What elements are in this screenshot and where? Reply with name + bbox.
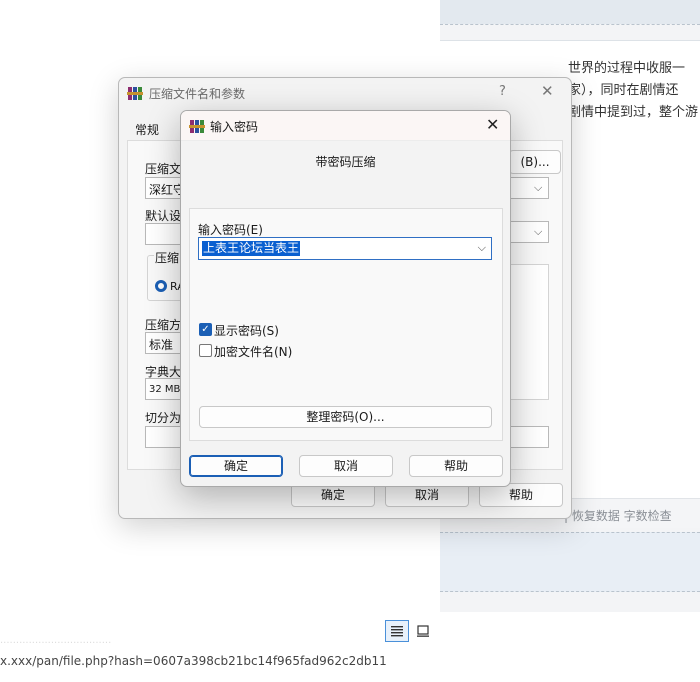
divider <box>440 24 700 25</box>
split-label: 切分为 <box>145 411 182 425</box>
set-password-field[interactable] <box>509 426 549 448</box>
dialog-title: 压缩文件名和参数 <box>149 87 246 101</box>
show-password-checkbox[interactable]: ✓ <box>199 323 212 336</box>
dict-combo[interactable]: 32 MB <box>145 378 185 400</box>
archive-name-combo-end[interactable] <box>509 177 549 199</box>
dialog-heading: 带密码压缩 <box>315 155 376 169</box>
format-group-label: 压缩 <box>154 249 181 266</box>
password-label: 输入密码(E) <box>198 223 263 237</box>
browser-footer <box>0 612 700 682</box>
list-view-button[interactable] <box>385 620 409 642</box>
editor-topbar <box>440 0 700 24</box>
chevron-down-icon[interactable]: ⌵ <box>478 241 486 255</box>
help-icon[interactable]: ? <box>499 84 506 99</box>
editor-line: 家），同时在剧情还 <box>568 83 679 98</box>
close-icon[interactable]: ✕ <box>486 115 499 134</box>
update-mode-combo[interactable] <box>509 221 549 243</box>
profile-field[interactable] <box>145 223 185 245</box>
organize-passwords-button[interactable]: 整理密码(O)... <box>199 406 492 428</box>
enter-password-dialog: 输入密码 ✕ 带密码压缩 输入密码(E) 上表王论坛当表王 ⌵ ✓ 显示密码(S… <box>180 110 511 487</box>
password-input[interactable]: 上表王论坛当表王 ⌵ <box>198 237 492 260</box>
archive-name-label: 压缩文 <box>145 162 182 176</box>
help-button[interactable]: 帮助 <box>409 455 503 477</box>
method-combo[interactable]: 标准 <box>145 332 185 354</box>
winrar-icon <box>189 120 205 133</box>
page-view-icon <box>417 624 429 637</box>
titlebar: 压缩文件名和参数 ? ✕ <box>119 78 571 108</box>
password-value[interactable]: 上表王论坛当表王 <box>202 241 301 256</box>
status-text[interactable]: | 恢复数据 字数检查 <box>564 507 672 524</box>
options-box <box>509 264 549 400</box>
split-combo[interactable] <box>145 426 185 448</box>
editor-text: 世界的过程中收服一 家），同时在剧情还 剧情中提到过，整个游 <box>568 58 700 124</box>
editor-line: 剧情中提到过，整个游 <box>568 105 699 120</box>
editor-line: 世界的过程中收服一 <box>568 61 686 76</box>
tab-general[interactable]: 常规 <box>127 114 169 140</box>
url-text: x.xxx/pan/file.php?hash=0607a398cb21bc14… <box>0 654 387 668</box>
cancel-button[interactable]: 取消 <box>299 455 393 477</box>
browse-button[interactable]: (B)... <box>509 150 561 174</box>
editor-band <box>440 532 700 592</box>
encrypt-filenames-label[interactable]: 加密文件名(N) <box>214 343 292 360</box>
rar-radio[interactable] <box>155 280 167 292</box>
list-view-icon <box>391 626 403 637</box>
dialog-title: 输入密码 <box>210 120 259 134</box>
encrypt-filenames-checkbox[interactable] <box>199 344 212 357</box>
blurred-text: ··································· <box>0 638 112 646</box>
method-label: 压缩方 <box>145 318 182 332</box>
chevron-down-icon[interactable]: ⌵ <box>534 181 542 195</box>
ok-button[interactable]: 确定 <box>189 455 283 477</box>
winrar-icon <box>127 87 143 100</box>
titlebar: 输入密码 ✕ <box>181 111 510 141</box>
default-profile-label: 默认设 <box>145 209 182 223</box>
chevron-down-icon[interactable]: ⌵ <box>534 225 542 239</box>
show-password-label[interactable]: 显示密码(S) <box>214 322 279 339</box>
close-icon[interactable]: ✕ <box>541 82 554 100</box>
page-view-button[interactable] <box>411 620 435 642</box>
